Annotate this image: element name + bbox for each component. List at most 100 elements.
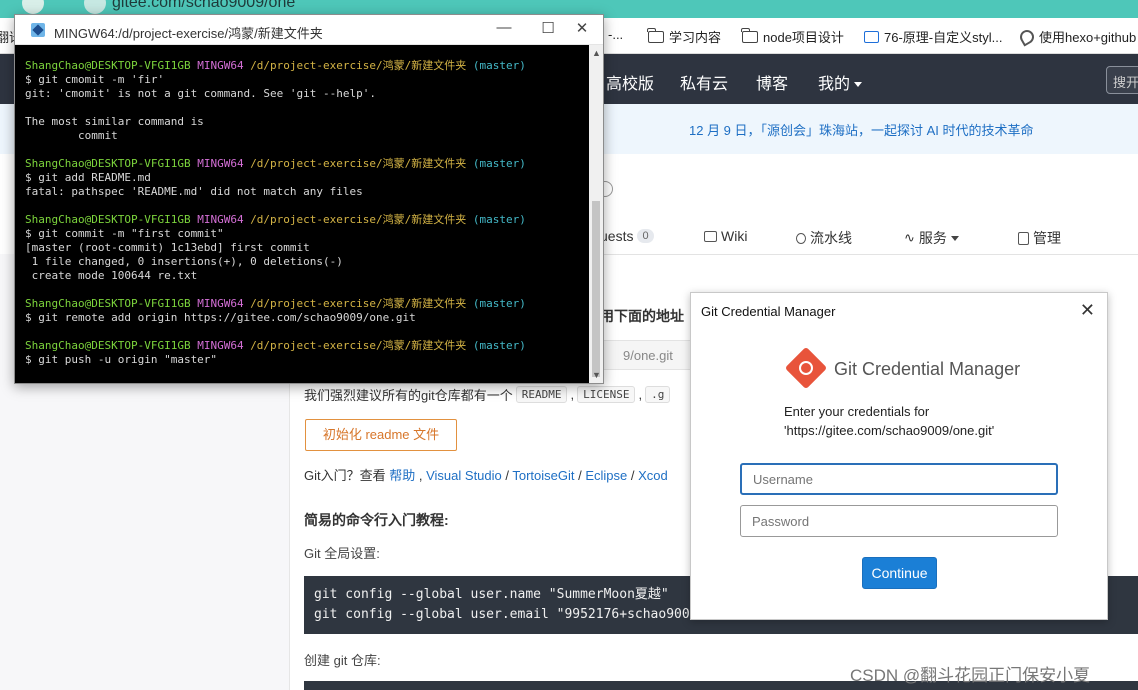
prompt-user: ShangChao@DESKTOP-VFGI1GB [25,213,191,226]
terminal-output[interactable]: ShangChao@DESKTOP-VFGI1GB MINGW64 /d/pro… [25,59,590,377]
tab-label: 服务 [918,230,947,246]
bookmark-label: node项目设计 [763,30,844,45]
output-line: commit [25,129,118,142]
readme-suggestion: 我们强烈建议所有的git仓库都有一个 README, LICENSE, .g [304,385,671,404]
clone-url-field[interactable]: 9/one.git [596,340,692,370]
tv-icon [864,30,879,43]
mingw-icon [31,23,45,37]
prompt-line: ShangChao@DESKTOP-VFGI1GB MINGW64 /d/pro… [25,59,590,73]
scroll-thumb[interactable] [592,201,600,377]
bookmark-item[interactable]: 学习内容 [647,27,721,46]
prompt-host: MINGW64 [197,297,244,310]
prompt-host: MINGW64 [197,59,244,72]
git-intro-prefix: Git入门？查看 [304,468,386,483]
terminal-window: MINGW64:/d/project-exercise/鸿蒙/新建文件夹 — ☐… [14,14,604,384]
tab-pipeline[interactable]: 流水线 [796,228,852,248]
prompt-path: /d/project-exercise/鸿蒙/新建文件夹 [250,157,467,170]
reload-icon[interactable] [22,0,44,14]
link-eclipse[interactable]: Eclipse [585,468,627,483]
prompt-line: Enter your credentials for [784,404,930,419]
command-line: $ git remote add origin https://gitee.co… [25,311,416,324]
tab-label: uests [600,228,634,244]
site-icon [84,0,106,14]
bookmark-label: 76-原理-自定义styl... [884,30,1003,45]
license-chip: LICENSE [577,386,636,403]
link-help[interactable]: 帮助 [389,468,415,483]
pulse-icon: ∿ [904,230,915,245]
url-text[interactable]: gitee.com/schao9009/one [112,0,295,12]
suggestion-text: 我们强烈建议所有的git仓库都有一个 [304,388,513,403]
prompt-branch: (master) [472,339,526,352]
tab-label: 流水线 [810,230,852,246]
nav-item-blog[interactable]: 博客 [756,70,788,94]
tab-wiki[interactable]: Wiki [704,228,747,244]
search-input[interactable]: 搜开 [1106,66,1138,94]
link-visual-studio[interactable]: Visual Studio [426,468,502,483]
nav-item-mine-label: 我的 [818,76,851,93]
command-line: $ git cmomit -m 'fir' [25,73,165,86]
prompt-line: ShangChao@DESKTOP-VFGI1GB MINGW64 /d/pro… [25,213,590,227]
dialog-heading: Git Credential Manager [834,359,1021,379]
pipeline-icon [796,232,806,244]
prompt-host: MINGW64 [197,339,244,352]
terminal-titlebar[interactable]: MINGW64:/d/project-exercise/鸿蒙/新建文件夹 — ☐… [15,15,603,45]
prompt-line: ShangChao@DESKTOP-VFGI1GB MINGW64 /d/pro… [25,339,590,353]
readme-chip: README [515,386,568,403]
username-field[interactable] [740,463,1058,495]
link-tortoisegit[interactable]: TortoiseGit [512,468,574,483]
prompt-user: ShangChao@DESKTOP-VFGI1GB [25,297,191,310]
nav-item-edu[interactable]: 高校版 [606,70,654,94]
tab-pull-requests[interactable]: uests 0 [600,228,654,244]
nav-item-private-cloud[interactable]: 私有云 [680,70,728,94]
link-xcode[interactable]: Xcod [638,468,668,483]
output-line: fatal: pathspec 'README.md' did not matc… [25,185,363,198]
prompt-path: /d/project-exercise/鸿蒙/新建文件夹 [250,339,467,352]
announcement-text[interactable]: 12 月 9 日，「源创会」珠海站，一起探讨 AI 时代的技术革命 [689,120,1034,139]
tab-manage[interactable]: 管理 [1018,228,1061,248]
scroll-down-icon[interactable]: ▼ [592,370,601,380]
bookmark-item[interactable]: -... [608,27,623,42]
init-readme-button[interactable]: 初始化 readme 文件 [305,419,457,451]
credential-prompt: Enter your credentials for 'https://gite… [784,402,994,440]
prompt-branch: (master) [472,157,526,170]
git-logo-icon [784,346,828,390]
chevron-down-icon [854,82,863,88]
minimize-icon[interactable]: — [489,19,519,36]
continue-button[interactable]: Continue [862,557,937,589]
tab-services[interactable]: ∿ 服务 [904,228,959,248]
bookmark-label: 使用hexo+github [1039,30,1137,45]
prompt-user: ShangChao@DESKTOP-VFGI1GB [25,157,191,170]
bookmark-item[interactable]: node项目设计 [741,27,844,46]
prompt-path: /d/project-exercise/鸿蒙/新建文件夹 [250,59,467,72]
git-intro-line: Git入门？查看 帮助 , Visual Studio / TortoiseGi… [304,468,668,483]
close-icon[interactable]: ✕ [1080,300,1095,321]
prompt-line: ShangChao@DESKTOP-VFGI1GB MINGW64 /d/pro… [25,297,590,311]
prompt-path: /d/project-exercise/鸿蒙/新建文件夹 [250,213,467,226]
create-repo-label: 创建 git 仓库: [304,653,381,668]
output-line: create mode 100644 re.txt [25,269,198,282]
output-line: 1 file changed, 0 insertions(+), 0 delet… [25,255,343,268]
nav-item-mine[interactable]: 我的 [818,70,863,94]
maximize-icon[interactable]: ☐ [533,19,563,37]
wiki-icon [704,230,717,242]
credential-dialog: Git Credential Manager ✕ Git Credential … [690,292,1108,620]
terminal-scrollbar[interactable]: ▲ ▼ [589,45,603,383]
scroll-up-icon[interactable]: ▲ [592,48,601,58]
gitignore-chip: .g [645,386,671,403]
bookmark-item[interactable]: 76-原理-自定义styl... [864,27,1002,46]
output-line: [master (root-commit) 1c13ebd] first com… [25,241,310,254]
global-settings-label: Git 全局设置: [304,546,380,561]
output-line: The most similar command is [25,115,204,128]
csdn-watermark: CSDN @翻斗花园正门保安小夏 [850,666,1091,685]
quick-setup-heading: 用下面的地址 [600,308,684,324]
password-field[interactable] [740,505,1058,537]
terminal-title: MINGW64:/d/project-exercise/鸿蒙/新建文件夹 [54,26,323,41]
cmd-tutorial-heading: 简易的命令行入门教程: [304,512,449,528]
bookmark-item[interactable]: 使用hexo+github [1017,26,1137,47]
hexo-icon [1017,26,1037,47]
close-icon[interactable]: ✕ [567,19,597,37]
